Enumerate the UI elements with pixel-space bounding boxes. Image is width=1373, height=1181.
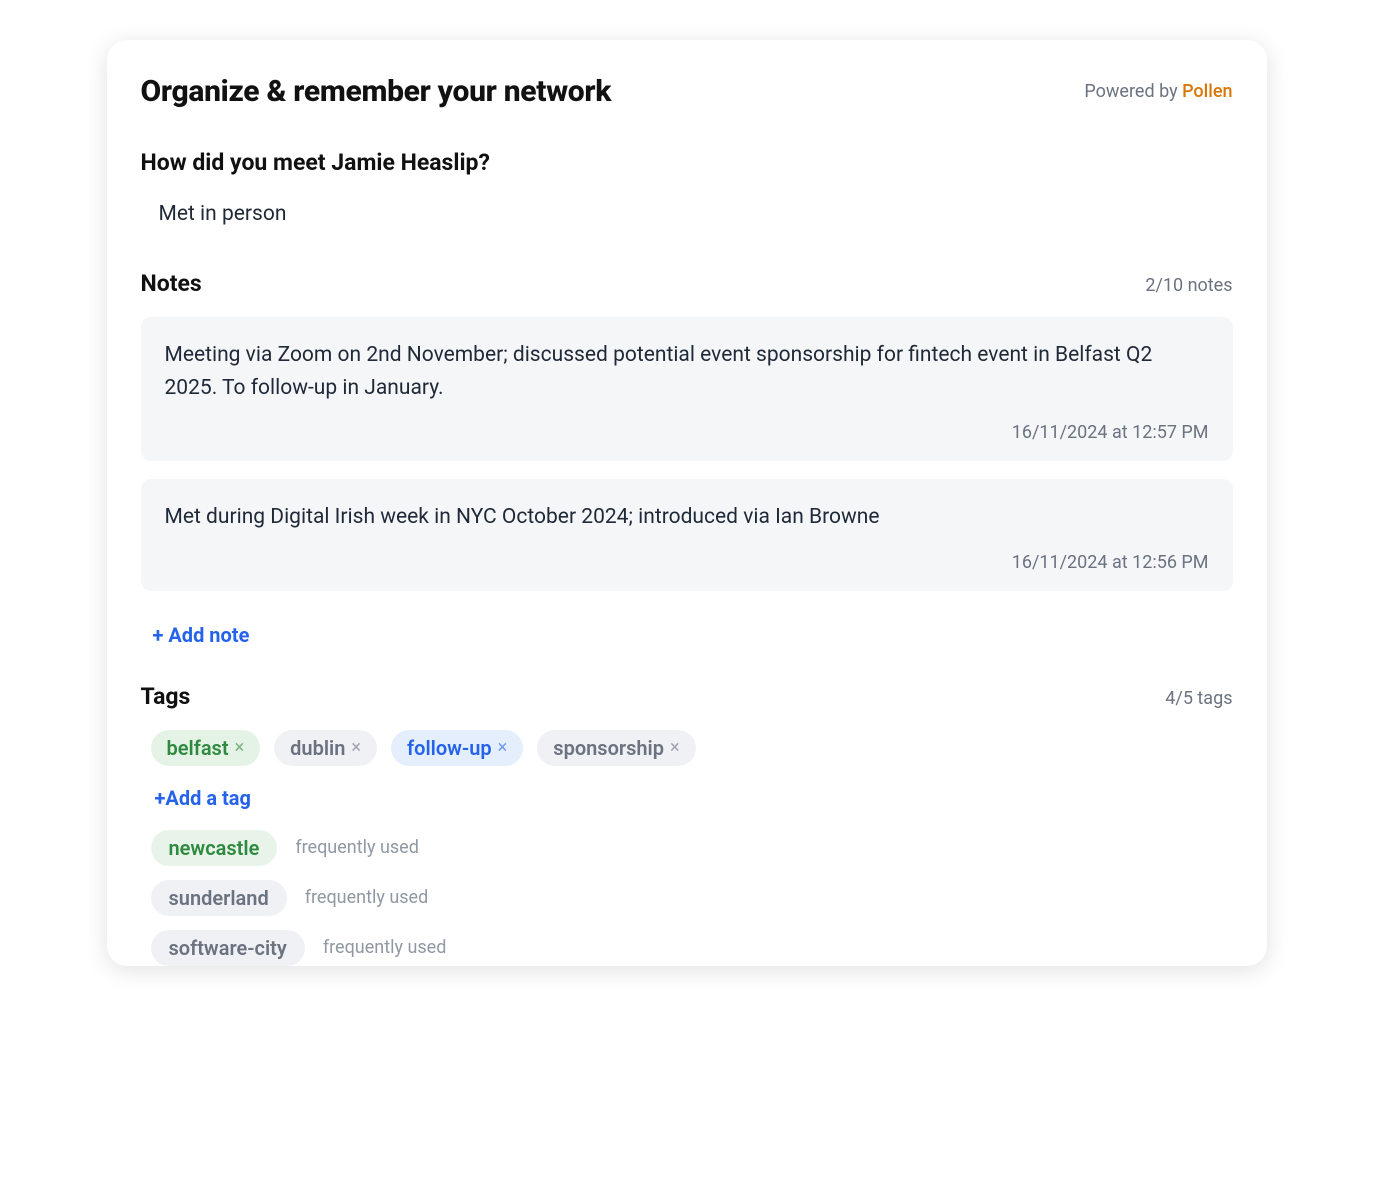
remove-tag-icon[interactable]: × xyxy=(235,737,245,758)
tags-title: Tags xyxy=(141,683,191,710)
suggestion-hint: frequently used xyxy=(305,887,429,908)
suggested-tag-chip[interactable]: sunderland xyxy=(151,880,287,916)
tag-chip[interactable]: dublin × xyxy=(274,730,377,766)
tag-label: follow-up xyxy=(407,736,492,760)
note-item[interactable]: Met during Digital Irish week in NYC Oct… xyxy=(141,479,1233,591)
tag-suggestion: newcastle frequently used xyxy=(141,830,1233,866)
remove-tag-icon[interactable]: × xyxy=(351,737,361,758)
note-timestamp: 16/11/2024 at 12:56 PM xyxy=(165,552,1209,573)
suggested-tag-chip[interactable]: newcastle xyxy=(151,830,278,866)
tag-chip[interactable]: sponsorship × xyxy=(537,730,695,766)
tags-header: Tags 4/5 tags xyxy=(141,683,1233,710)
tag-chip[interactable]: belfast × xyxy=(151,730,261,766)
tag-chip[interactable]: follow-up × xyxy=(391,730,523,766)
card-title: Organize & remember your network xyxy=(141,74,612,109)
remove-tag-icon[interactable]: × xyxy=(498,737,508,758)
suggested-tag-chip[interactable]: software-city xyxy=(151,930,305,966)
note-text: Met during Digital Irish week in NYC Oct… xyxy=(165,501,1209,534)
remove-tag-icon[interactable]: × xyxy=(670,737,680,758)
note-timestamp: 16/11/2024 at 12:57 PM xyxy=(165,422,1209,443)
powered-by-link[interactable]: Pollen xyxy=(1182,81,1232,102)
suggestion-hint: frequently used xyxy=(295,837,419,858)
powered-by: Powered by Pollen xyxy=(1084,81,1232,102)
card-header: Organize & remember your network Powered… xyxy=(141,74,1233,109)
tags-row: belfast × dublin × follow-up × sponsorsh… xyxy=(141,730,1233,766)
powered-by-prefix: Powered by xyxy=(1084,81,1182,102)
note-item[interactable]: Meeting via Zoom on 2nd November; discus… xyxy=(141,317,1233,461)
how-met-answer[interactable]: Met in person xyxy=(141,202,1233,226)
tags-count: 4/5 tags xyxy=(1165,688,1232,709)
notes-header: Notes 2/10 notes xyxy=(141,270,1233,297)
notes-count: 2/10 notes xyxy=(1145,275,1232,296)
contact-card: Organize & remember your network Powered… xyxy=(107,40,1267,966)
tag-label: sponsorship xyxy=(553,736,664,760)
note-text: Meeting via Zoom on 2nd November; discus… xyxy=(165,339,1209,404)
tag-label: dublin xyxy=(290,736,345,760)
notes-title: Notes xyxy=(141,270,202,297)
tag-suggestion: sunderland frequently used xyxy=(141,880,1233,916)
suggestion-hint: frequently used xyxy=(323,937,447,958)
add-tag-button[interactable]: +Add a tag xyxy=(155,786,251,810)
tag-suggestion: software-city frequently used xyxy=(141,930,1233,966)
tag-label: belfast xyxy=(167,736,229,760)
add-note-button[interactable]: + Add note xyxy=(153,623,250,647)
how-met-question: How did you meet Jamie Heaslip? xyxy=(141,149,1233,176)
